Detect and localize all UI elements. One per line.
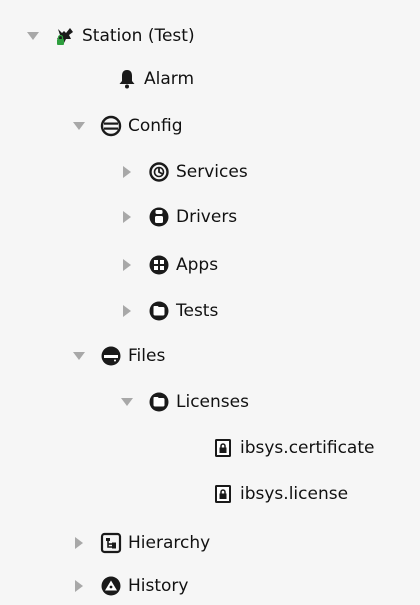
hierarchy-icon xyxy=(100,532,122,554)
tree-node-drivers[interactable]: Drivers xyxy=(118,199,237,235)
tree-node-label: History xyxy=(128,576,189,596)
tree-node-station[interactable]: Station (Test) xyxy=(24,18,195,54)
tree-node-label: ibsys.license xyxy=(240,484,349,504)
expand-arrow-down-icon[interactable] xyxy=(118,393,136,411)
history-icon xyxy=(100,575,122,597)
apps-icon xyxy=(148,254,170,276)
tree-node-label: Files xyxy=(128,346,166,366)
tree-node-label: Config xyxy=(128,116,183,136)
tree-node-label: Hierarchy xyxy=(128,533,211,553)
expand-arrow-right-icon[interactable] xyxy=(70,534,88,552)
expand-arrow-right-icon[interactable] xyxy=(118,163,136,181)
expand-arrow-down-icon[interactable] xyxy=(70,117,88,135)
tree-node-label: Station (Test) xyxy=(82,26,195,46)
tree-node-label: Drivers xyxy=(176,207,238,227)
expand-arrow-down-icon[interactable] xyxy=(24,27,42,45)
tree-node-tests[interactable]: Tests xyxy=(118,293,218,329)
bell-icon xyxy=(116,68,138,90)
tree-node-files[interactable]: Files xyxy=(70,338,165,374)
expand-arrow-right-icon[interactable] xyxy=(70,577,88,595)
tree-node-license-file[interactable]: ibsys.license xyxy=(182,476,348,512)
navigation-tree: Station (Test) Alarm Config Services Dri… xyxy=(0,0,420,605)
drive-icon xyxy=(100,345,122,367)
tree-node-label: Services xyxy=(176,162,248,182)
tree-node-hierarchy[interactable]: Hierarchy xyxy=(70,525,210,561)
database-icon xyxy=(100,115,122,137)
expand-arrow-right-icon[interactable] xyxy=(118,208,136,226)
services-icon xyxy=(148,161,170,183)
tree-node-label: Tests xyxy=(176,301,219,321)
folder-icon xyxy=(148,391,170,413)
tree-node-label: Alarm xyxy=(144,69,195,89)
expand-arrow-right-icon[interactable] xyxy=(118,256,136,274)
tree-node-apps[interactable]: Apps xyxy=(118,247,218,283)
tree-node-label: ibsys.certificate xyxy=(240,438,375,458)
expand-arrow-down-icon[interactable] xyxy=(70,347,88,365)
station-icon xyxy=(54,25,76,47)
tree-node-services[interactable]: Services xyxy=(118,154,248,190)
tree-node-licenses[interactable]: Licenses xyxy=(118,384,249,420)
tree-node-config[interactable]: Config xyxy=(70,108,183,144)
drivers-icon xyxy=(148,206,170,228)
tree-node-alarm[interactable]: Alarm xyxy=(86,61,194,97)
tree-node-label: Apps xyxy=(176,255,219,275)
tree-node-label: Licenses xyxy=(176,392,249,412)
file-lock-icon xyxy=(212,437,234,459)
folder-icon xyxy=(148,300,170,322)
tree-node-history[interactable]: History xyxy=(70,568,188,604)
file-lock-icon xyxy=(212,483,234,505)
tree-node-certificate-file[interactable]: ibsys.certificate xyxy=(182,430,374,466)
expand-arrow-right-icon[interactable] xyxy=(118,302,136,320)
